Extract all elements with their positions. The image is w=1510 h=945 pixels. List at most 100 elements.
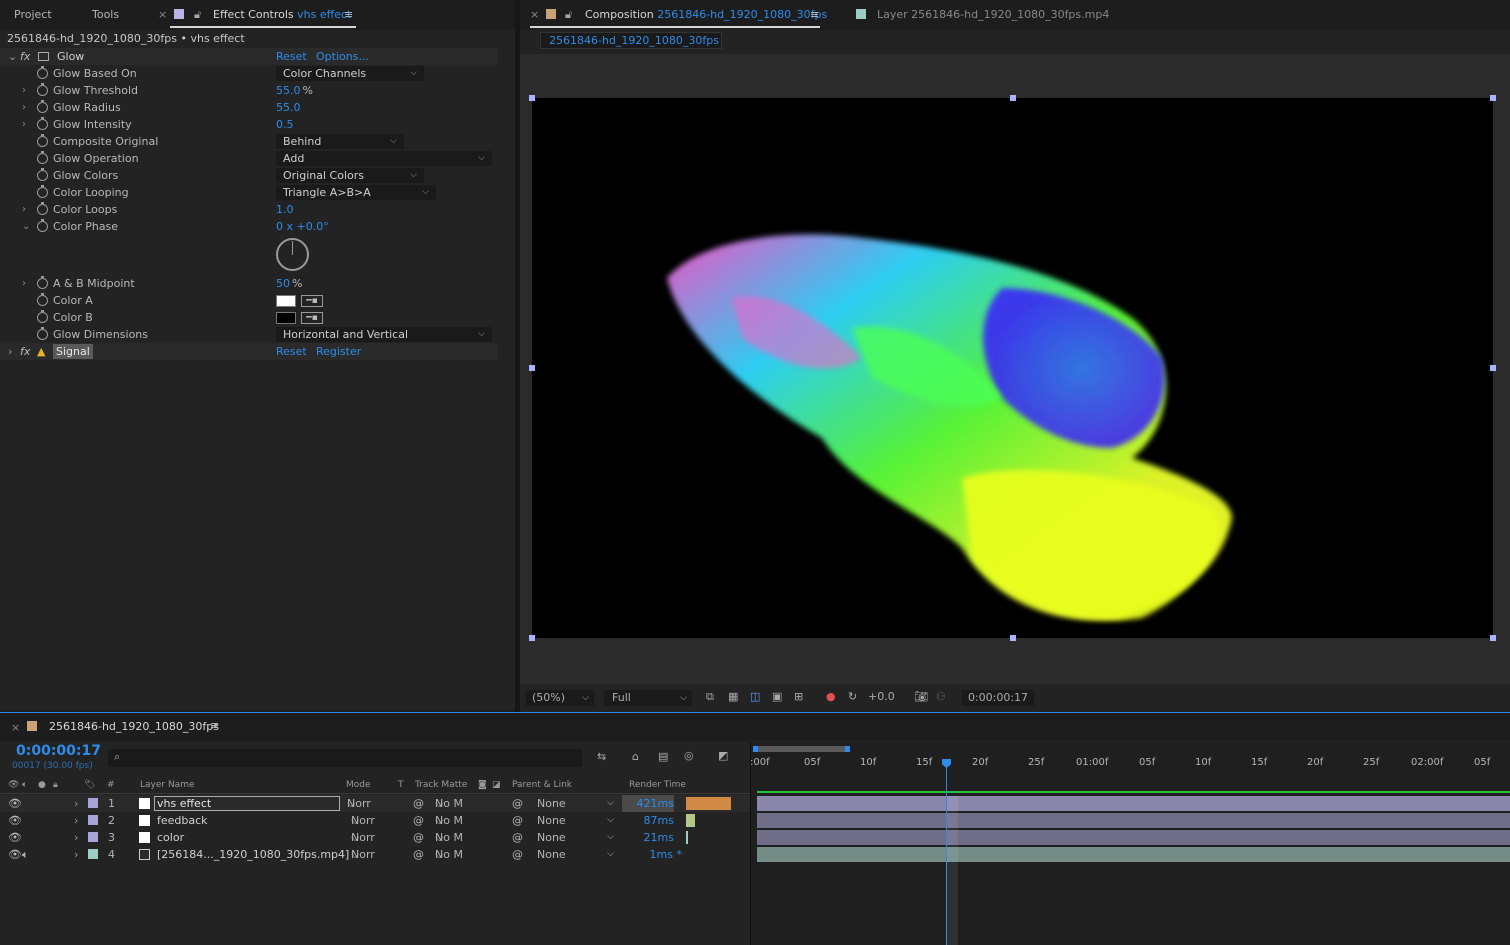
dropdown-glow-based-on[interactable]: Color Channels ⌵ [276, 66, 424, 81]
transform-handle[interactable] [1010, 95, 1016, 101]
parent-pickwhip-icon[interactable]: @ [512, 846, 523, 863]
fast-previews-icon[interactable]: ⧉ [706, 690, 714, 706]
col-layer-name[interactable]: Layer Name [140, 780, 195, 794]
dropdown-color-looping[interactable]: Triangle A>B>A ⌵ [276, 185, 436, 200]
panel-menu-icon[interactable]: ≡ [344, 8, 353, 21]
mode-dropdown[interactable]: Norr ⌵ [351, 846, 375, 863]
twirl-open-icon[interactable]: ⌄ [22, 218, 30, 235]
stopwatch-icon[interactable] [37, 117, 48, 130]
track-matte-pickwhip-icon[interactable]: @ [413, 812, 424, 829]
mask-visibility-icon[interactable]: ◫ [750, 690, 760, 706]
transparency-grid-icon[interactable]: ▦ [728, 690, 738, 706]
fx-icon[interactable]: fx [20, 48, 30, 65]
parent-pickwhip-icon[interactable]: @ [512, 795, 523, 812]
param-value[interactable]: 50% [276, 275, 302, 292]
param-value[interactable]: 55.0% [276, 82, 313, 99]
stopwatch-icon[interactable] [37, 168, 48, 181]
layer-name[interactable]: vhs effect [154, 796, 340, 811]
parent-pickwhip-icon[interactable]: @ [512, 812, 523, 829]
reset-link[interactable]: Reset [276, 48, 307, 65]
twirl-icon[interactable]: › [74, 846, 78, 863]
track-matte-pickwhip-icon[interactable]: @ [413, 829, 424, 846]
dropdown-glow-operation[interactable]: Add ⌵ [276, 151, 492, 166]
tab-composition[interactable]: Composition 2561846-hd_1920_1080_30fps [585, 8, 827, 21]
audio-icon[interactable]: 🔈︎ [22, 846, 29, 863]
eye-icon[interactable]: 👁︎ [8, 812, 22, 829]
eyedropper-icon[interactable]: ━▪ [301, 295, 323, 307]
panel-menu-icon[interactable]: ≡ [810, 8, 819, 21]
mode-dropdown[interactable]: Norr ⌵ [347, 795, 387, 812]
layer-duration-bar[interactable] [757, 830, 1510, 845]
layer-name[interactable]: [256184..._1920_1080_30fps.mp4] [157, 846, 349, 863]
close-icon[interactable]: × [11, 721, 20, 734]
show-snapshot-icon[interactable]: ⚇ [936, 690, 946, 706]
stopwatch-icon[interactable] [37, 310, 48, 323]
stopwatch-icon[interactable] [37, 276, 48, 289]
resolution-dropdown[interactable]: Full ⌵ [604, 690, 692, 706]
eye-icon[interactable]: 👁︎ [8, 829, 22, 846]
dropdown-composite-original[interactable]: Behind ⌵ [276, 134, 404, 149]
lock-icon[interactable]: 🔓︎ [194, 8, 201, 22]
twirl-icon[interactable]: › [74, 795, 78, 812]
layer-label-color[interactable] [88, 815, 98, 825]
tab-timeline[interactable]: 2561846-hd_1920_1080_30fps [49, 720, 219, 733]
twirl-icon[interactable]: › [74, 812, 78, 829]
param-value[interactable]: 55.0 [276, 99, 301, 116]
track-matte-dropdown[interactable]: No M ⌵ [435, 795, 463, 812]
playhead[interactable] [946, 760, 947, 945]
transform-handle[interactable] [1490, 365, 1496, 371]
track-matte-dropdown[interactable]: No M ⌵ [435, 846, 463, 863]
layer-label-color[interactable] [88, 832, 98, 842]
color-swatch-b[interactable] [276, 312, 296, 324]
param-value[interactable]: 1.0 [276, 201, 294, 218]
stopwatch-icon[interactable] [37, 151, 48, 164]
tab-tools[interactable]: Tools [92, 8, 119, 21]
fx-icon[interactable]: fx [20, 343, 30, 360]
close-icon[interactable]: × [530, 8, 539, 21]
transform-handle[interactable] [1490, 95, 1496, 101]
color-swatch-a[interactable] [276, 295, 296, 307]
timeline-search-input[interactable]: ⌕ [108, 749, 582, 767]
track-matte-dropdown[interactable]: No M ⌵ [435, 812, 463, 829]
param-value[interactable]: 0 x +0.0° [276, 218, 329, 235]
reset-link[interactable]: Reset [276, 343, 307, 360]
color-channels-icon[interactable]: ● [826, 690, 836, 706]
twirl-open-icon[interactable]: ⌄ [8, 48, 17, 65]
draft-3d-icon[interactable]: ⌂ [632, 750, 639, 763]
zoom-dropdown[interactable]: (50%) ⌵ [526, 690, 594, 706]
stopwatch-icon[interactable] [37, 293, 48, 306]
twirl-icon[interactable]: › [8, 343, 12, 360]
stopwatch-icon[interactable] [37, 66, 48, 79]
close-icon[interactable]: × [158, 8, 167, 21]
exposure-value[interactable]: +0.0 [868, 690, 895, 706]
effect-signal-header[interactable]: › fx ▲ Signal Reset Register [0, 343, 498, 360]
mode-dropdown[interactable]: Norr ⌵ [351, 829, 375, 846]
options-link[interactable]: Options... [316, 48, 369, 65]
motion-blur-icon[interactable]: ◎ [684, 749, 694, 762]
twirl-icon[interactable]: › [22, 116, 26, 133]
tab-effect-controls[interactable]: Effect Controls vhs effect [213, 8, 351, 21]
twirl-icon[interactable]: › [22, 275, 26, 292]
panel-menu-icon[interactable]: ≡ [210, 719, 219, 732]
mode-dropdown[interactable]: Norr ⌵ [351, 812, 375, 829]
stopwatch-icon[interactable] [37, 134, 48, 147]
register-link[interactable]: Register [316, 343, 361, 360]
comp-canvas[interactable] [532, 98, 1493, 638]
track-matte-pickwhip-icon[interactable]: @ [413, 846, 424, 863]
transform-handle[interactable] [1490, 635, 1496, 641]
twirl-icon[interactable]: › [22, 99, 26, 116]
graph-editor-icon[interactable]: ◩ [718, 749, 728, 762]
angle-dial[interactable] [276, 238, 309, 271]
layer-label-color[interactable] [88, 798, 98, 808]
transform-handle[interactable] [529, 95, 535, 101]
layer-duration-bar[interactable] [757, 847, 1510, 862]
layer-duration-bar[interactable] [757, 813, 1510, 828]
stopwatch-icon[interactable] [37, 100, 48, 113]
table-row[interactable]: 👁︎ 🔈︎ › 4 [256184..._1920_1080_30fps.mp4… [0, 846, 750, 863]
twirl-icon[interactable]: › [74, 829, 78, 846]
region-of-interest-icon[interactable]: ▣ [772, 690, 782, 706]
guides-icon[interactable]: ⊞ [794, 690, 803, 706]
eye-icon[interactable]: 👁︎ [8, 795, 22, 812]
transform-handle[interactable] [529, 365, 535, 371]
comp-subtab[interactable]: 2561846-hd_1920_1080_30fps [540, 32, 722, 49]
